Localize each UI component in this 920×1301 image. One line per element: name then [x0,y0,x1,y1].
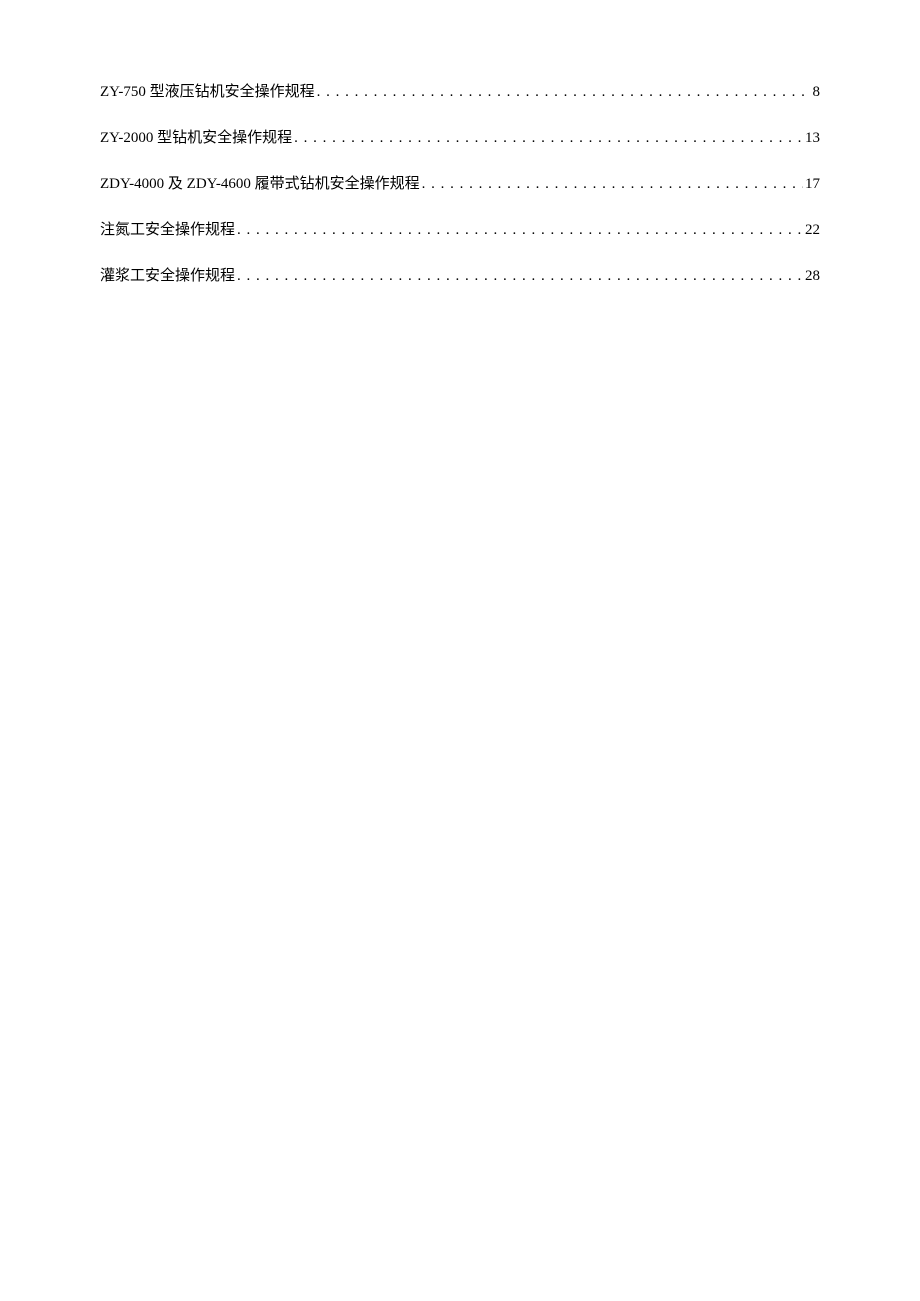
toc-entry-title: ZY-750 型液压钻机安全操作规程 [100,80,315,104]
toc-entry: ZY-2000 型钻机安全操作规程 13 [100,126,820,150]
toc-entry: ZY-750 型液压钻机安全操作规程 8 [100,80,820,104]
toc-entry: 灌浆工安全操作规程 28 [100,264,820,288]
toc-entry-page: 22 [803,218,820,242]
toc-entry-page: 13 [803,126,820,150]
toc-entry-title: ZDY-4000 及 ZDY-4600 履带式钻机安全操作规程 [100,172,420,196]
toc-entry-title: 灌浆工安全操作规程 [100,264,235,288]
toc-leader-dots [292,126,803,150]
toc-entry-page: 28 [803,264,820,288]
toc-leader-dots [235,264,803,288]
toc-entry-page: 8 [811,80,821,104]
table-of-contents: ZY-750 型液压钻机安全操作规程 8 ZY-2000 型钻机安全操作规程 1… [100,80,820,288]
toc-entry-title: ZY-2000 型钻机安全操作规程 [100,126,292,150]
toc-leader-dots [420,172,803,196]
toc-leader-dots [315,80,811,104]
toc-entry-page: 17 [803,172,820,196]
toc-leader-dots [235,218,803,242]
toc-entry-title: 注氮工安全操作规程 [100,218,235,242]
toc-entry: ZDY-4000 及 ZDY-4600 履带式钻机安全操作规程 17 [100,172,820,196]
toc-entry: 注氮工安全操作规程 22 [100,218,820,242]
